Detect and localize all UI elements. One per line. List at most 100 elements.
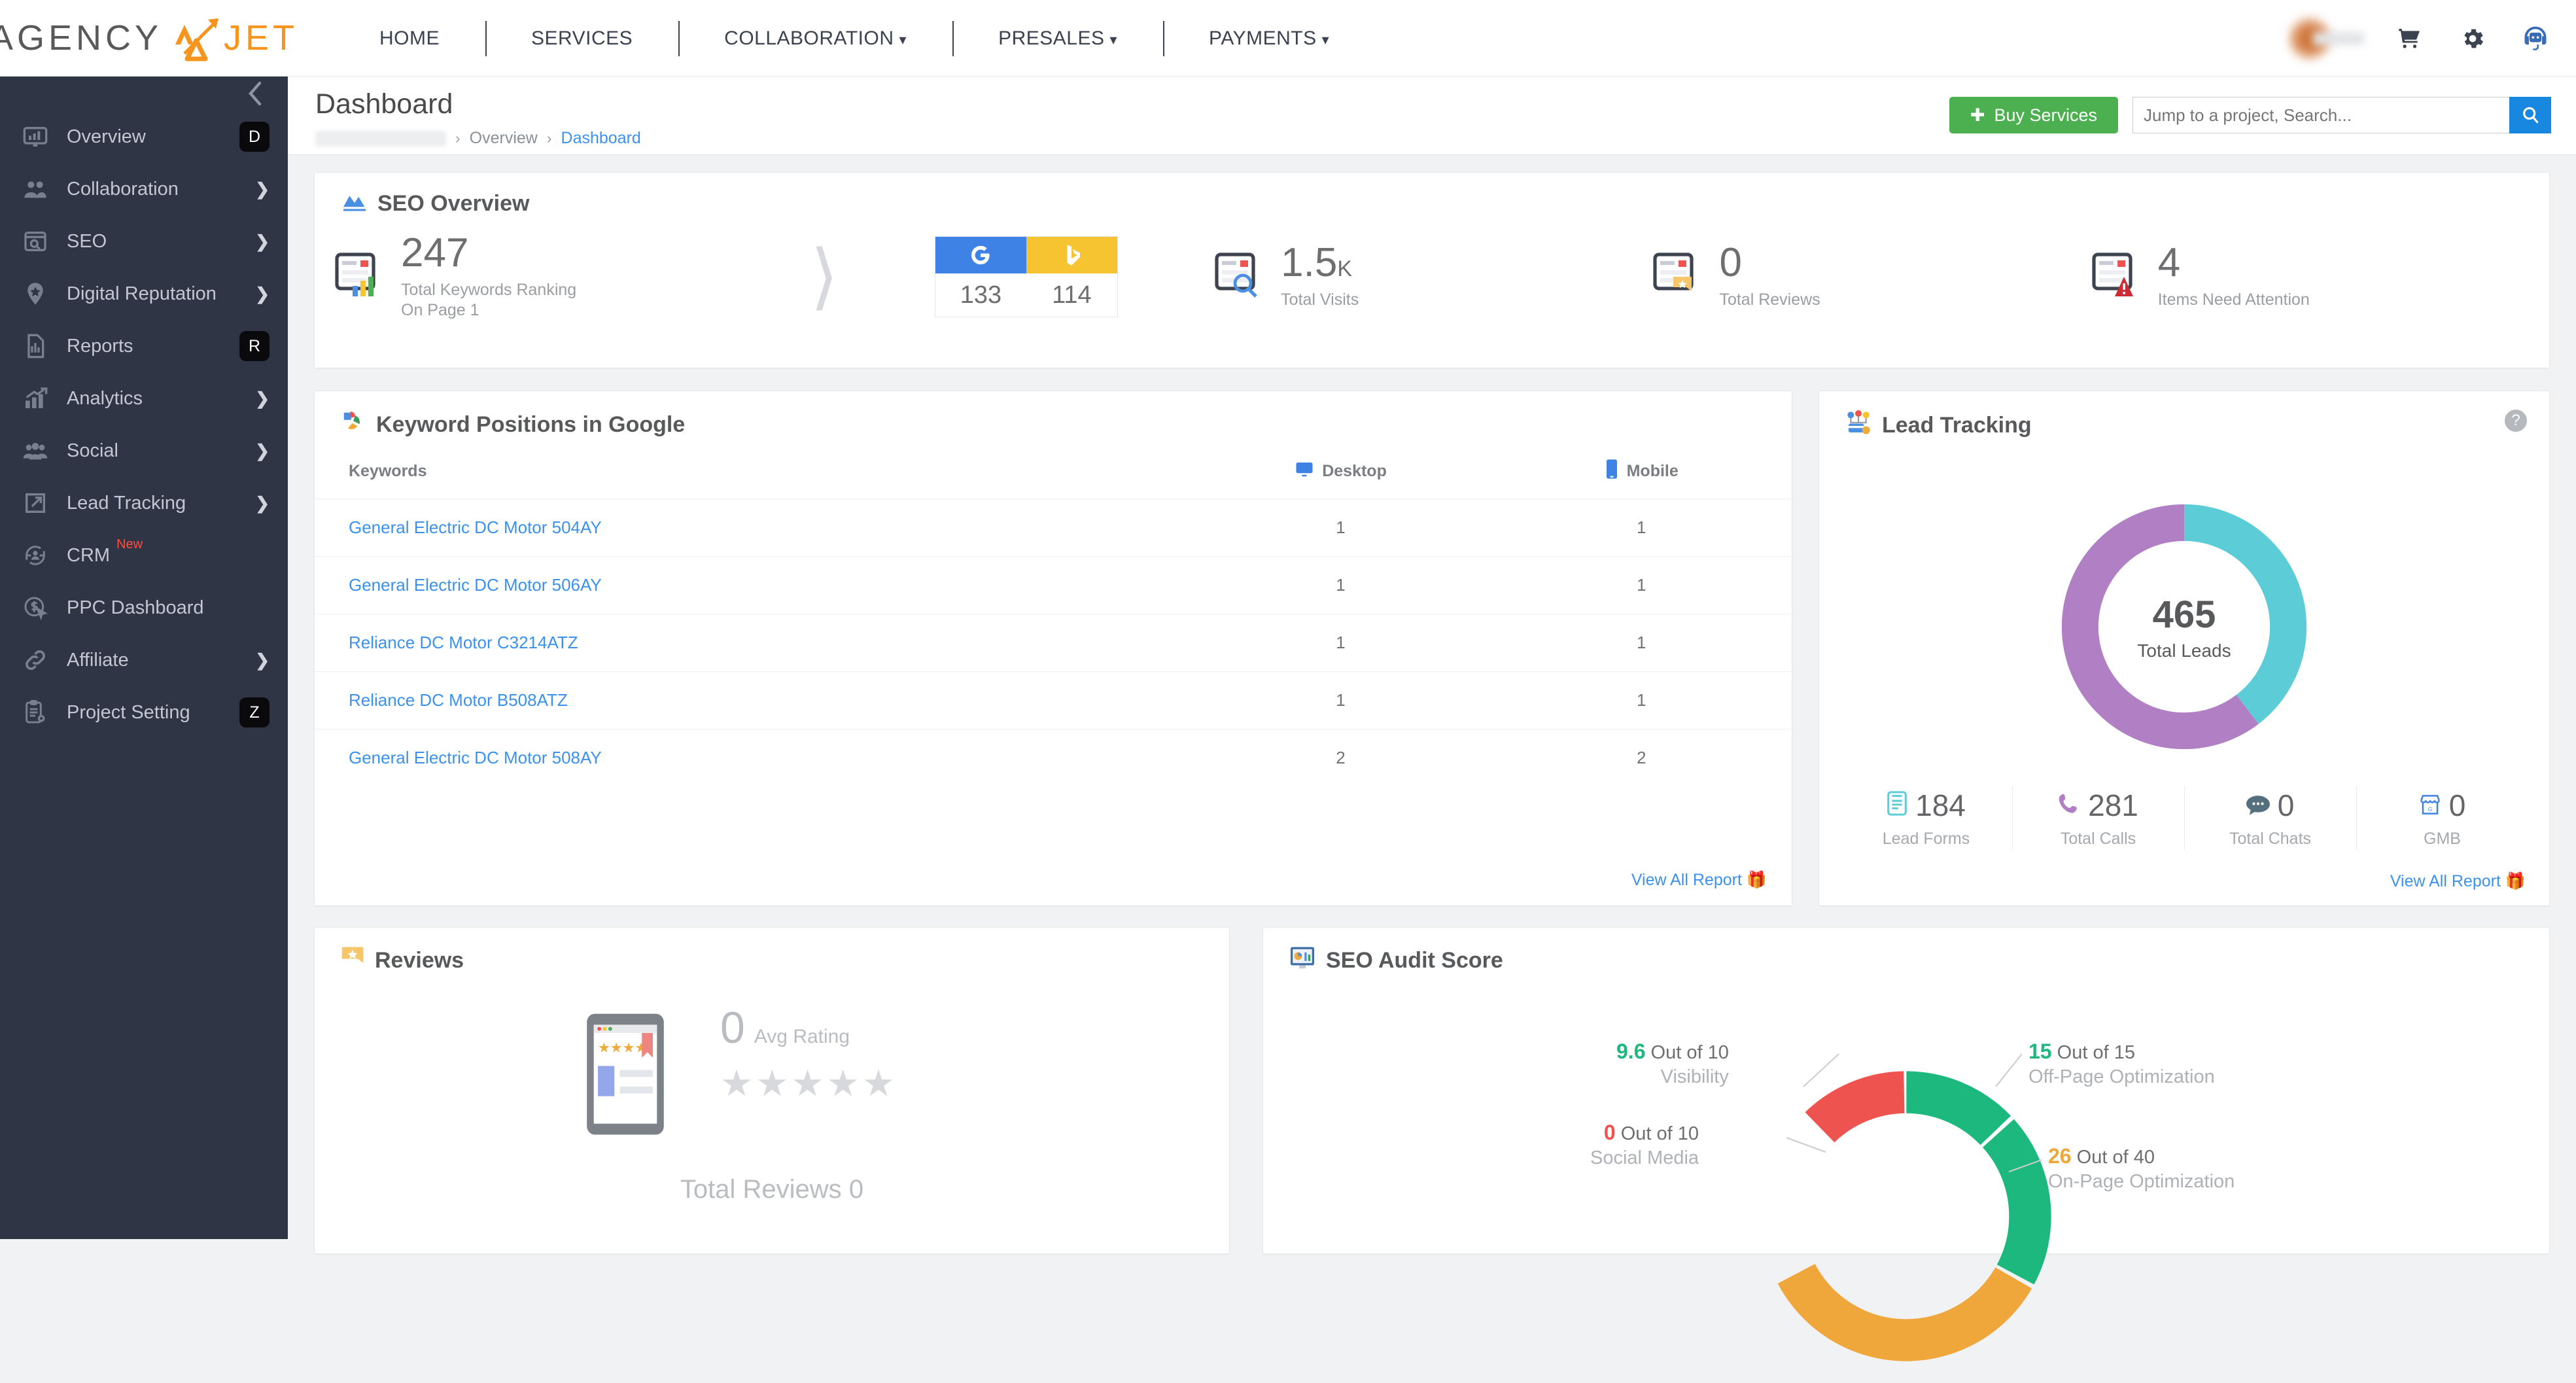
col-keywords: Keywords — [349, 462, 427, 480]
buy-services-label: Buy Services — [1994, 105, 2097, 125]
table-header-row: Keywords Desktop Mobile — [315, 459, 1792, 499]
nav-services[interactable]: SERVICES — [485, 0, 678, 77]
gear-icon[interactable] — [2456, 22, 2490, 56]
avg-rating-label: Avg Rating — [754, 1026, 850, 1047]
callout-on-page: 26 Out of 40 On-Page Optimization — [2048, 1144, 2235, 1193]
sidebar-label: Lead Tracking — [67, 492, 186, 514]
gmb-value: 0 — [2448, 788, 2466, 822]
question-mark-icon[interactable]: ? — [2505, 410, 2527, 432]
growth-chart-icon — [22, 385, 58, 411]
visits-value: 1.5 — [1281, 240, 1338, 286]
buy-services-button[interactable]: ✚ Buy Services — [1949, 97, 2118, 133]
mobile-rank: 1 — [1491, 556, 1792, 614]
star-pin-icon — [22, 281, 58, 307]
offpage-label: Off-Page Optimization — [2028, 1066, 2215, 1087]
keyword-link[interactable]: Reliance DC Motor C3214ATZ — [349, 633, 578, 652]
total-calls-value: 281 — [2088, 788, 2138, 822]
visibility-of: Out of 10 — [1650, 1042, 1729, 1063]
total-reviews-value: 0 — [848, 1175, 864, 1204]
username-redacted — [2313, 31, 2364, 45]
sidebar-label: PPC Dashboard — [67, 597, 204, 618]
sidebar-new-badge: New — [116, 537, 143, 551]
social-of: Out of 10 — [1620, 1123, 1699, 1144]
search-icon — [2523, 107, 2539, 124]
sidebar-label: Analytics — [67, 387, 143, 409]
gift-icon: 🎁 — [1746, 871, 1767, 889]
social-value: 0 — [1603, 1121, 1616, 1144]
chat-icon — [2246, 788, 2270, 823]
sidebar-item-project-setting[interactable]: Project Setting Z — [0, 686, 288, 739]
keyword-link[interactable]: General Electric DC Motor 508AY — [349, 748, 602, 767]
google-count: 133 — [960, 281, 1002, 309]
sidebar-item-ppc-dashboard[interactable]: PPC Dashboard — [0, 582, 288, 634]
rating-stars: ★★★★★ — [720, 1062, 898, 1104]
main-content: Dashboard › Overview › Dashboard ✚ Buy S… — [288, 77, 2576, 1361]
breadcrumb-overview[interactable]: Overview — [470, 129, 538, 148]
brand-logo[interactable]: AGENCY JET — [0, 0, 294, 77]
search-input[interactable] — [2132, 97, 2509, 133]
page-title: Dashboard — [315, 88, 453, 120]
offpage-value: 15 — [2028, 1040, 2052, 1063]
sidebar-item-social[interactable]: Social ❯ — [0, 425, 288, 477]
seo-audit-score-card: SEO Audit Score 9.6 Out of 10 Visibility — [1262, 927, 2550, 1361]
sidebar-collapse-button[interactable] — [0, 77, 288, 111]
page-warning-icon — [2091, 252, 2141, 302]
sidebar-label: Affiliate — [67, 649, 129, 671]
nav-presales[interactable]: PRESALES ▾ — [952, 0, 1163, 77]
sidebar-label: Digital Reputation — [67, 283, 217, 304]
chevron-right-icon: ❯ — [255, 231, 270, 251]
onpage-label: On-Page Optimization — [2048, 1171, 2235, 1192]
phone-review-icon: ★★★★ — [557, 1006, 694, 1146]
file-chart-icon — [22, 333, 58, 359]
sidebar-shortcut-key: D — [239, 122, 270, 152]
phone-icon — [2058, 788, 2080, 823]
nav-collaboration[interactable]: COLLABORATION ▾ — [678, 0, 952, 77]
seo-audit-donut-chart — [1743, 1053, 2070, 1380]
desktop-icon — [1295, 459, 1314, 483]
sidebar-item-analytics[interactable]: Analytics ❯ — [0, 372, 288, 425]
seo-overview-title: SEO Overview — [377, 191, 530, 216]
sidebar-item-digital-reputation[interactable]: Digital Reputation ❯ — [0, 268, 288, 320]
sidebar-item-collaboration[interactable]: Collaboration ❯ — [0, 163, 288, 215]
reviews-title: Reviews — [375, 948, 464, 973]
sidebar-item-affiliate[interactable]: Affiliate ❯ — [0, 634, 288, 686]
keyword-link[interactable]: Reliance DC Motor B508ATZ — [349, 690, 568, 710]
sidebar-item-crm[interactable]: CRM New — [0, 529, 288, 582]
mobile-rank: 2 — [1491, 729, 1792, 786]
stat-lead-forms: 184 Lead Forms — [1840, 784, 2012, 852]
visibility-label: Visibility — [1660, 1066, 1729, 1087]
table-row: General Electric DC Motor 506AY 1 1 — [315, 556, 1792, 614]
cart-icon[interactable] — [2393, 22, 2427, 56]
nav-payments[interactable]: PAYMENTS ▾ — [1163, 0, 1375, 77]
keyword-positions-title: Keyword Positions in Google — [376, 412, 686, 437]
crm-cycle-icon — [22, 542, 58, 569]
keyword-link[interactable]: General Electric DC Motor 506AY — [349, 575, 602, 595]
reviews-card: Reviews ★★★★ 0 Avg Rating ★★★★★ Total Re… — [314, 927, 1230, 1254]
search-button[interactable] — [2509, 97, 2551, 133]
social-label: Social Media — [1590, 1147, 1699, 1168]
lead-forms-value: 184 — [1915, 788, 1966, 822]
support-headset-icon[interactable] — [2518, 22, 2552, 56]
star-badge-icon — [341, 946, 364, 975]
metric-items-need-attention: 4 Items Need Attention — [2091, 243, 2530, 310]
chevron-down-icon: ▾ — [1321, 31, 1330, 48]
lead-view-all-report-link[interactable]: View All Report 🎁 — [2390, 872, 2526, 891]
sidebar-item-overview[interactable]: Overview D — [0, 111, 288, 163]
google-colored-icon — [341, 410, 366, 440]
breadcrumb-current[interactable]: Dashboard — [561, 129, 641, 148]
keyword-view-all-report-link[interactable]: View All Report 🎁 — [1631, 871, 1767, 890]
sidebar-label: Collaboration — [67, 178, 179, 200]
browser-search-icon — [22, 228, 58, 254]
sidebar-item-reports[interactable]: Reports R — [0, 320, 288, 372]
sidebar-item-lead-tracking[interactable]: Lead Tracking ❯ — [0, 477, 288, 529]
breadcrumb-separator-icon: › — [546, 130, 552, 147]
breadcrumb-project-redacted[interactable] — [315, 130, 446, 147]
primary-nav: HOME SERVICES COLLABORATION ▾ PRESALES ▾ P… — [334, 0, 1375, 77]
sidebar-item-seo[interactable]: SEO ❯ — [0, 215, 288, 268]
keyword-link[interactable]: General Electric DC Motor 504AY — [349, 517, 602, 537]
nav-home[interactable]: HOME — [334, 0, 485, 77]
chevron-right-icon: ❯ — [255, 493, 270, 513]
stat-total-calls: 281 Total Calls — [2012, 784, 2184, 852]
clipboard-gear-icon — [22, 699, 58, 726]
user-account[interactable] — [2288, 16, 2364, 60]
